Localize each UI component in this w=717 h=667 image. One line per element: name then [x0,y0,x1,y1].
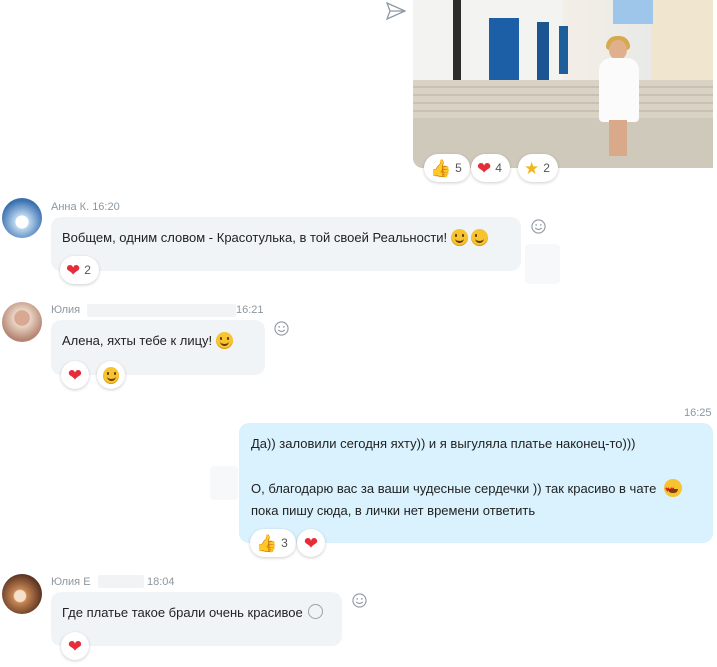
reaction-star[interactable]: ★ 2 [518,154,558,182]
message-line: О, благодарю вас за ваши чудесные сердеч… [251,481,657,496]
add-reaction-icon[interactable] [531,219,546,234]
avatar[interactable] [2,302,42,342]
message-time: 16:20 [92,201,120,213]
message-text: Алена, яхты тебе к лицу! [62,333,213,348]
reaction-heart[interactable]: ❤ [61,361,89,389]
message-bubble[interactable]: Вобщем, одним словом - Красотулька, в то… [51,217,521,271]
heart-eyes-emoji-icon [663,479,682,498]
avatar[interactable] [2,198,42,238]
heart-icon: ❤ [66,260,81,280]
heart-icon: ❤ [303,533,319,553]
avatar[interactable] [2,574,42,614]
wink-emoji-icon [471,229,489,246]
message-line: Да)) заловили сегодня яхту)) и я выгулял… [251,436,636,451]
heart-icon: ❤ [477,158,492,178]
author-name[interactable]: Юлия Е [51,576,91,588]
redacted-surname [87,304,236,317]
slight-smile-emoji-icon [308,604,324,619]
reaction-grinning[interactable] [97,361,125,389]
thumbs-up-icon: 👍 [430,158,452,178]
grinning-face-icon [103,366,119,384]
reaction-heart[interactable]: ❤ [61,632,89,660]
add-reaction-icon[interactable] [274,321,289,336]
reaction-heart[interactable]: ❤ 2 [60,256,99,284]
message-line: пока пишу сюда, в лички нет времени отве… [251,503,536,518]
hover-placeholder [525,244,560,284]
shared-photo[interactable] [413,0,713,168]
author-name[interactable]: Юлия [51,304,80,316]
reaction-heart[interactable]: ❤ [297,529,325,557]
reaction-thumbs-up[interactable]: 👍 3 [250,529,296,557]
author-name[interactable]: Анна К. 16:20 [51,201,120,213]
thumbs-up-icon: 👍 [256,533,278,553]
message-time: 16:21 [236,304,264,316]
reaction-thumbs-up[interactable]: 👍 5 [424,154,470,182]
message-time: 16:25 [684,407,712,419]
message-time: 18:04 [147,576,175,588]
message-text: Вобщем, одним словом - Красотулька, в то… [62,230,448,245]
message-text: Где платье такое брали очень красивое [62,605,303,620]
heart-icon: ❤ [67,636,83,656]
heart-icon: ❤ [67,365,83,385]
smile-emoji-icon [215,332,233,349]
outgoing-message-bubble[interactable]: Да)) заловили сегодня яхту)) и я выгулял… [239,423,713,543]
sent-icon [386,2,406,20]
smile-emoji-icon [450,229,468,246]
redacted-surname [98,575,144,588]
hover-placeholder [210,466,238,500]
star-icon: ★ [524,158,540,178]
reaction-heart[interactable]: ❤ 4 [471,154,510,182]
message-bubble[interactable]: Где платье такое брали очень красивое [51,592,342,646]
add-reaction-icon[interactable] [352,593,367,608]
